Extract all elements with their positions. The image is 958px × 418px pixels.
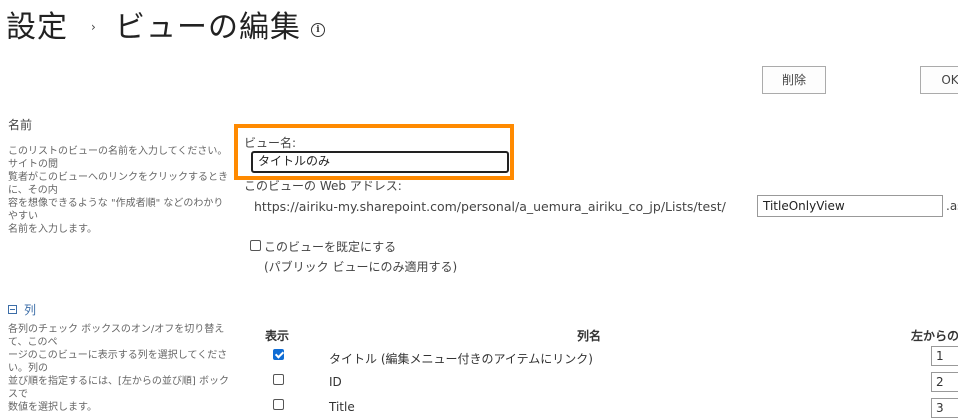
column-name: ID	[329, 375, 342, 389]
page-title: 設定	[6, 10, 68, 45]
column-header-order: 左からの	[911, 329, 958, 343]
description-line: 数値を選択します。	[8, 402, 97, 413]
column-checkbox[interactable]	[273, 349, 284, 360]
view-name-label: ビュー名:	[244, 136, 297, 150]
ok-button[interactable]: OK	[920, 66, 958, 94]
column-order-select[interactable]: 2	[931, 372, 958, 392]
column-header-display: 表示	[265, 329, 290, 343]
column-name: タイトル (編集メニュー付きのアイテムにリンク)	[329, 352, 593, 366]
description-line: 各列のチェック ボックスのオン/オフを切り替えて、このペ	[8, 324, 225, 348]
description-line: 覧者がこのビューへのリンクをクリックするときに、その内	[8, 172, 228, 196]
delete-button[interactable]: 削除	[762, 66, 826, 94]
default-view-checkbox[interactable]	[250, 240, 261, 251]
collapse-icon[interactable]	[8, 305, 17, 314]
column-name: Title	[329, 400, 355, 414]
url-suffix: .as	[946, 199, 958, 213]
breadcrumb-separator-icon: ›	[91, 20, 96, 34]
info-icon[interactable]: i	[311, 23, 325, 37]
name-section-description: このリストのビューの名前を入力してください。サイトの閲 覧者がこのビューへのリン…	[8, 145, 230, 236]
columns-section-description: 各列のチェック ボックスのオン/オフを切り替えて、このペ ージのこのビューに表示…	[8, 323, 230, 414]
page-subtitle: ビューの編集	[115, 10, 301, 45]
column-header-name: 列名	[577, 329, 602, 343]
web-address-label: このビューの Web アドレス:	[244, 179, 402, 193]
url-file-input[interactable]: TitleOnlyView	[757, 195, 943, 217]
view-name-input[interactable]: タイトルのみ	[251, 151, 509, 173]
default-view-note: (パブリック ビューにのみ適用する)	[264, 260, 458, 274]
column-order-select[interactable]: 1	[931, 346, 958, 366]
columns-section-heading[interactable]: 列	[24, 301, 36, 318]
description-line: 並び順を指定するには、[左からの並び順] ボックスで	[8, 376, 229, 400]
description-line: 容を想像できるような "作成者順" などのわかりやすい	[8, 198, 224, 222]
description-line: 名前を入力します。	[8, 224, 97, 235]
url-prefix: https://airiku-my.sharepoint.com/persona…	[254, 199, 726, 214]
name-section-heading: 名前	[8, 118, 33, 132]
column-order-select[interactable]: 3	[931, 398, 958, 418]
description-line: このリストのビューの名前を入力してください。サイトの閲	[8, 146, 228, 170]
column-checkbox[interactable]	[273, 399, 284, 410]
default-view-label: このビューを既定にする	[264, 240, 397, 254]
description-line: ージのこのビューに表示する列を選択してください。列の	[8, 350, 228, 374]
column-checkbox[interactable]	[273, 374, 284, 385]
